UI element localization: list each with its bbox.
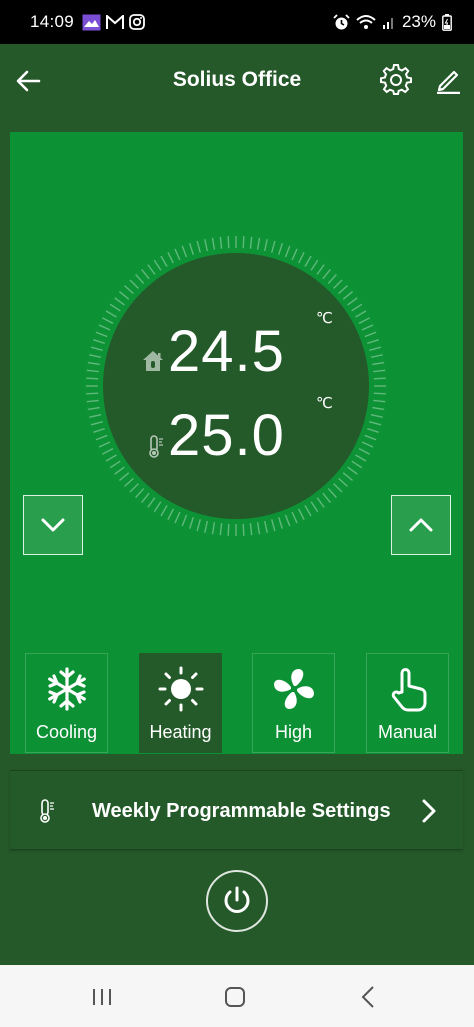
mode-manual-button[interactable]: Manual (366, 653, 449, 753)
current-temperature-unit: ℃ (316, 310, 333, 327)
current-temperature: 24.5 (168, 319, 285, 384)
battery-icon (442, 13, 452, 31)
chevron-down-icon (41, 518, 65, 532)
system-back-button[interactable] (360, 985, 376, 1009)
mode-cooling-label: Cooling (35, 722, 98, 742)
decrease-temperature-button[interactable] (23, 495, 83, 555)
pencil-icon (437, 70, 460, 95)
weekly-settings-label: Weekly Programmable Settings (92, 800, 391, 822)
status-bar: 14:09 23% (0, 0, 474, 44)
app-header: Solius Office (0, 44, 474, 120)
dial-tick (242, 523, 245, 536)
chevron-right-icon (422, 799, 436, 823)
thermometer-icon (40, 799, 54, 823)
gmail-icon (106, 14, 125, 29)
home-icon (143, 351, 163, 371)
temperature-dial[interactable] (76, 226, 396, 546)
mode-heating-label: Heating (149, 722, 212, 742)
signal-icon (382, 17, 393, 29)
dial-ticks (84, 234, 388, 538)
weekly-programmable-settings-row[interactable]: Weekly Programmable Settings (10, 770, 463, 850)
instagram-icon (129, 14, 145, 30)
increase-temperature-button[interactable] (391, 495, 451, 555)
dial-tick (86, 392, 99, 395)
alarm-icon (333, 13, 350, 29)
edit-button[interactable] (433, 66, 461, 95)
mode-manual-label: Manual (377, 722, 438, 742)
gear-icon (380, 64, 412, 95)
system-navigation-bar (0, 965, 474, 1027)
home-nav-icon (225, 987, 245, 1007)
fan-speed-label: High (274, 722, 313, 742)
status-left-icons (82, 14, 145, 31)
power-icon (224, 886, 250, 913)
sun-icon (158, 666, 203, 712)
target-temperature: 25.0 (168, 403, 285, 468)
fan-icon (273, 669, 314, 709)
recents-icon (93, 989, 111, 1005)
battery-percent: 23% (401, 12, 436, 31)
status-right: 23% (333, 12, 452, 32)
recent-apps-button[interactable] (90, 987, 114, 1007)
thermometer-icon (149, 435, 163, 458)
mode-cooling-button[interactable]: Cooling (25, 653, 108, 753)
fan-speed-button[interactable]: High (252, 653, 335, 753)
power-button[interactable] (206, 870, 268, 932)
gallery-icon (82, 14, 101, 30)
hand-pointer-icon (391, 668, 426, 712)
dial-tick (373, 377, 386, 380)
dial-tick (227, 236, 230, 249)
mode-heating-button[interactable]: Heating (139, 653, 222, 753)
status-time: 14:09 (30, 12, 75, 31)
home-button[interactable] (224, 986, 246, 1008)
chevron-up-icon (409, 518, 433, 532)
dial-tick (373, 392, 386, 395)
target-temperature-unit: ℃ (316, 395, 333, 412)
dial-tick (227, 523, 230, 536)
snowflake-icon (47, 667, 86, 711)
dial-tick (242, 236, 245, 249)
dial-tick (86, 377, 99, 380)
settings-button[interactable] (380, 64, 412, 96)
wifi-icon (356, 15, 376, 29)
chevron-left-icon (361, 986, 374, 1008)
